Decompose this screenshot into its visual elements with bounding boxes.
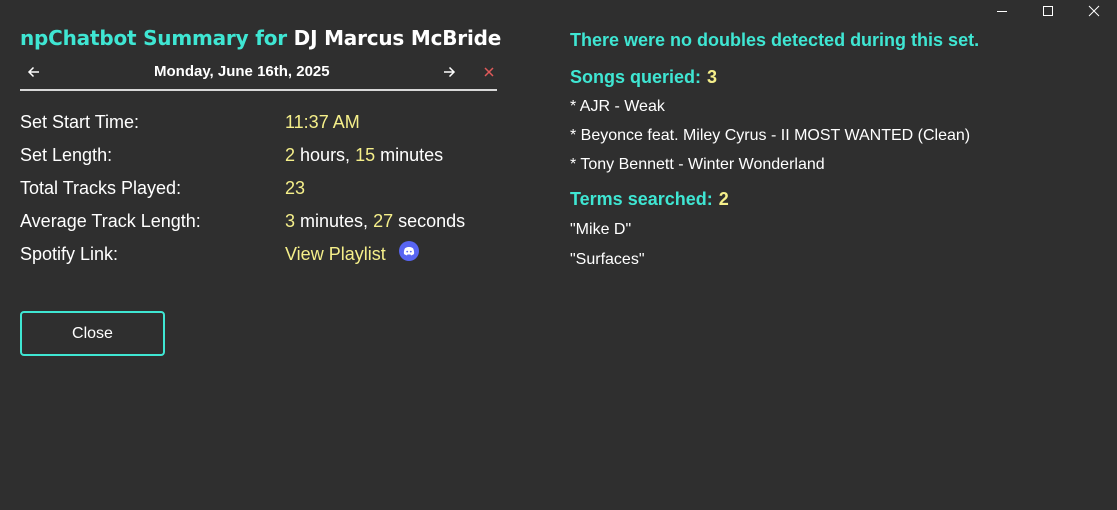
list-item: "Mike D" [570, 221, 632, 238]
title-prefix: npChatbot Summary for [20, 26, 287, 50]
stat-value: 3 minutes, 27 seconds [285, 210, 465, 232]
avg-length-minutes: 3 [285, 211, 296, 231]
terms-searched-heading: Terms searched: 2 [570, 188, 1090, 210]
minimize-icon [997, 11, 1007, 12]
stat-label: Set Length: [20, 145, 113, 165]
dismiss-date-button[interactable] [479, 63, 499, 81]
arrow-right-icon [444, 66, 456, 78]
songs-queried-count: 3 [707, 67, 718, 87]
stat-row-spotify-link: Spotify Link: View Playlist [20, 241, 498, 276]
set-stats: Set Start Time: 11:37 AM Set Length: 2 h… [20, 111, 498, 276]
stat-row-set-length: Set Length: 2 hours, 15 minutes [20, 144, 498, 177]
stat-label: Set Start Time: [20, 112, 140, 132]
window-close-button[interactable] [1071, 0, 1117, 22]
query-summary-panel: There were no doubles detected during th… [570, 29, 1090, 270]
minutes-unit: minutes [380, 145, 444, 165]
stat-value: View Playlist [285, 241, 419, 265]
set-length-minutes: 15 [355, 145, 376, 165]
songs-list: * AJR - Weak * Beyonce feat. Miley Cyrus… [570, 97, 1090, 175]
close-button[interactable]: Close [20, 311, 165, 356]
list-item: * Tony Bennett - Winter Wonderland [570, 156, 825, 173]
discord-icon[interactable] [398, 241, 419, 261]
set-details-panel: npChatbot Summary for DJ Marcus McBride … [20, 24, 502, 356]
stat-label: Average Track Length: [20, 211, 201, 231]
next-date-button[interactable] [439, 63, 459, 81]
avg-length-seconds: 27 [373, 211, 394, 231]
stat-value: 2 hours, 15 minutes [285, 144, 443, 166]
doubles-message: There were no doubles detected during th… [570, 30, 980, 50]
maximize-button[interactable] [1025, 0, 1071, 22]
page-title: npChatbot Summary for DJ Marcus McBride [20, 24, 502, 52]
list-item: * AJR - Weak [570, 98, 665, 115]
stat-value: 23 [285, 177, 305, 199]
hours-unit: hours, [300, 145, 351, 165]
dj-name: DJ Marcus McBride [293, 26, 502, 50]
list-item: "Surfaces" [570, 251, 645, 268]
set-date: Monday, June 16th, 2025 [154, 63, 330, 80]
stat-row-start-time: Set Start Time: 11:37 AM [20, 111, 498, 144]
seconds-unit: seconds [398, 211, 466, 231]
stat-label: Total Tracks Played: [20, 178, 182, 198]
total-tracks-value: 23 [285, 178, 306, 198]
close-icon [484, 67, 494, 77]
window-controls [979, 0, 1117, 22]
set-length-hours: 2 [285, 145, 296, 165]
minimize-button[interactable] [979, 0, 1025, 22]
minutes-unit: minutes, [300, 211, 369, 231]
stat-label: Spotify Link: [20, 244, 119, 264]
terms-list: "Mike D" "Surfaces" [570, 220, 1090, 270]
stat-row-total-tracks: Total Tracks Played: 23 [20, 177, 498, 210]
stat-value: 11:37 AM [285, 111, 360, 133]
maximize-icon [1043, 6, 1053, 16]
close-icon [1088, 5, 1100, 17]
terms-searched-count: 2 [718, 189, 729, 209]
list-item: * Beyonce feat. Miley Cyrus - II MOST WA… [570, 127, 971, 144]
summary-window: npChatbot Summary for DJ Marcus McBride … [0, 0, 1117, 510]
songs-queried-heading: Songs queried: 3 [570, 66, 1090, 88]
stat-row-average-track-length: Average Track Length: 3 minutes, 27 seco… [20, 210, 498, 243]
terms-searched-label: Terms searched: [570, 189, 713, 209]
date-navigator: Monday, June 16th, 2025 [20, 61, 497, 91]
view-playlist-link[interactable]: View Playlist [285, 244, 386, 264]
start-time-value: 11:37 AM [285, 112, 360, 132]
songs-queried-label: Songs queried: [570, 67, 702, 87]
